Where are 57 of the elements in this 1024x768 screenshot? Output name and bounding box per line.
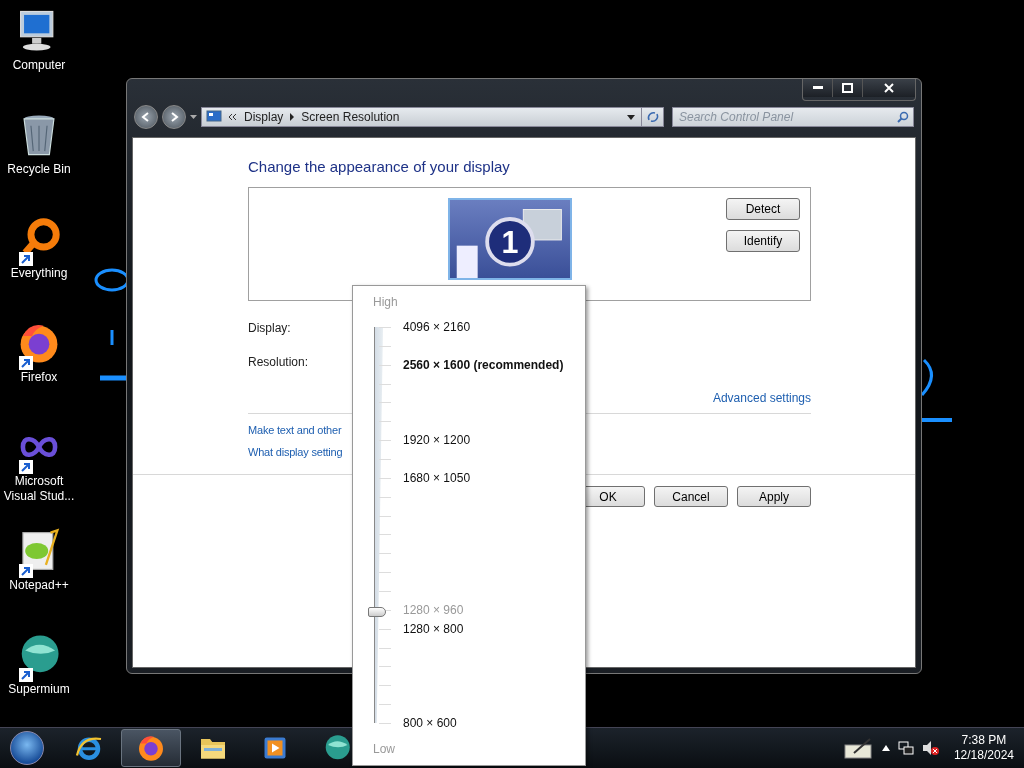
resolution-option[interactable]: 2560 × 1600 (recommended) (403, 357, 564, 372)
resolution-option[interactable]: 1280 × 800 (403, 621, 464, 636)
help-link[interactable]: What display setting (248, 446, 343, 458)
slider-thumb[interactable] (368, 607, 386, 618)
search-field[interactable]: Search Control Panel (672, 107, 914, 127)
triangle-separator-icon[interactable] (289, 113, 296, 121)
field-label: Resolution: (248, 355, 309, 369)
network-icon[interactable] (897, 740, 914, 756)
advanced-settings-link[interactable]: Advanced settings (712, 391, 811, 405)
back-button[interactable] (134, 105, 158, 129)
address-bar[interactable]: Display Screen Resolution (201, 107, 664, 127)
start-button[interactable] (10, 731, 44, 765)
dialog-button[interactable]: Apply (737, 486, 811, 507)
monitor-drawing[interactable]: 1 (447, 198, 572, 280)
clock-date: 12/18/2024 (953, 748, 1014, 763)
desktop-icon-label[interactable]: Supermium (8, 682, 70, 697)
desktop-icon-label[interactable]: Computer (12, 58, 66, 73)
field-label: Display: (248, 321, 291, 335)
firefox-icon (136, 733, 166, 763)
monitor-icon (206, 110, 222, 124)
forward-button[interactable] (162, 105, 186, 129)
close-button[interactable] (863, 79, 915, 97)
maximize-button[interactable] (833, 79, 863, 97)
side-button[interactable]: Detect (726, 198, 800, 220)
high-label: High (373, 295, 398, 309)
minus-icon (812, 86, 823, 90)
up-arrow-icon[interactable] (881, 745, 890, 751)
breadcrumb-link[interactable]: Screen Resolution (301, 110, 400, 124)
clock[interactable]: 7:38 PM 12/18/2024 (953, 733, 1014, 763)
page-heading: Change the appearance of your display (248, 158, 511, 175)
desktop-icon-label[interactable]: Microsoft Visual Stud... (0, 474, 78, 504)
resolution-option[interactable]: 1680 × 1050 (403, 470, 471, 485)
help-link[interactable]: Make text and other (248, 424, 342, 436)
resolution-option[interactable]: 4096 × 2160 (403, 320, 471, 334)
dropdown-arrow-icon[interactable] (627, 114, 635, 120)
breadcrumb-link[interactable]: Display (244, 110, 284, 124)
dropdown-arrow-icon[interactable] (190, 115, 197, 119)
resolution-option[interactable]: 1920 × 1200 (403, 433, 471, 448)
double-chevron-icon[interactable] (228, 113, 238, 121)
side-button[interactable]: Identify (726, 230, 800, 252)
low-label: Low (373, 742, 395, 756)
desktop-icon-label[interactable]: Notepad++ (9, 578, 69, 593)
clock-time: 7:38 PM (961, 733, 1007, 748)
search-icon[interactable] (897, 111, 909, 123)
close-icon (884, 83, 894, 93)
square-icon (842, 83, 853, 93)
refresh-icon (645, 111, 660, 123)
desktop-icon-label[interactable]: Firefox (20, 370, 58, 385)
taskbar-app-button[interactable] (121, 729, 181, 767)
desktop-icon-label[interactable]: Recycle Bin (7, 162, 71, 177)
minimize-button[interactable] (803, 79, 833, 97)
pen-tablet-icon[interactable] (843, 737, 874, 759)
monitor-number: 1 (501, 225, 518, 260)
muted-speaker-icon[interactable] (921, 740, 940, 756)
resolution-option[interactable]: 800 × 600 (403, 716, 457, 730)
dialog-button[interactable]: Cancel (654, 486, 728, 507)
desktop-icon-label[interactable]: Everything (10, 266, 68, 281)
